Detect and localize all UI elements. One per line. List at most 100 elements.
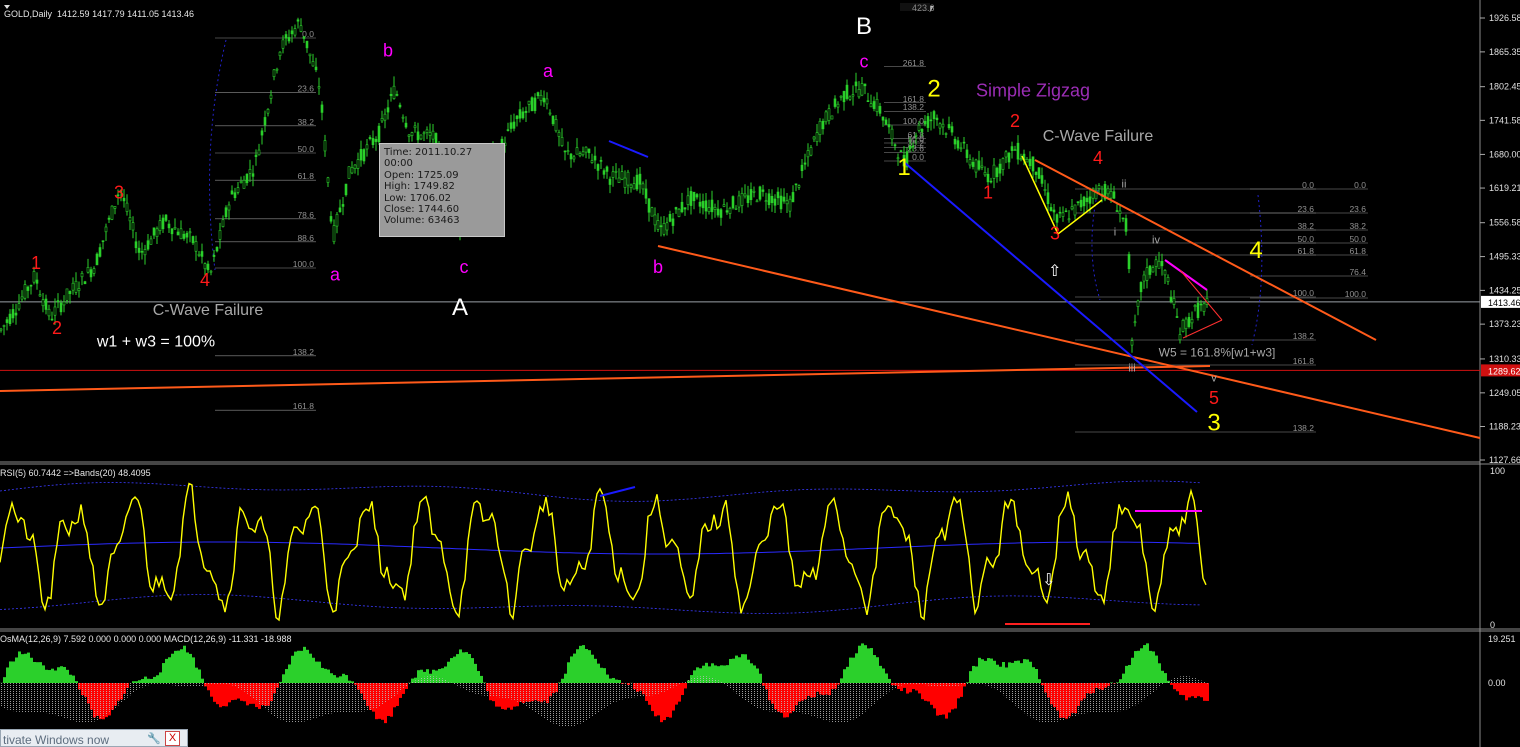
candle-body (842, 91, 846, 103)
candle-body (803, 162, 807, 165)
candle-body (227, 204, 231, 211)
candle-body (749, 189, 753, 201)
osma-bar (1191, 683, 1194, 697)
osma-bar (390, 683, 393, 717)
candle-body (395, 94, 399, 96)
candle-tooltip: Time: 2011.10.27 00:00 Open: 1725.09 Hig… (379, 143, 505, 237)
tooltip-close: Close: 1744.60 (384, 204, 460, 216)
candle-body (2, 325, 6, 327)
osma-bar (675, 683, 678, 705)
price-tick-label: 1289.62 (1488, 366, 1520, 376)
candle-body (293, 28, 297, 36)
osma-bar (1155, 655, 1158, 683)
osma-bar (339, 676, 342, 683)
osma-bar (1128, 665, 1131, 683)
osma-bar (1134, 651, 1137, 683)
candle-body (83, 281, 87, 285)
osma-bar (1011, 662, 1014, 683)
candle-body (560, 137, 564, 146)
fib-right-b-label: 0.0 (1354, 180, 1366, 190)
osma-bar (417, 670, 420, 683)
osma-bar (942, 683, 945, 715)
candle-body (767, 193, 771, 206)
candle-body (779, 195, 783, 210)
candle-body (407, 134, 411, 137)
fib-bracket (1251, 194, 1263, 346)
candle-body (932, 111, 936, 120)
osma-bar (1194, 683, 1197, 698)
osma-bar (1089, 683, 1092, 694)
candle-body (728, 207, 732, 214)
candle-body (290, 30, 294, 35)
candle-body (713, 206, 717, 210)
osma-bar (954, 683, 957, 709)
candle-body (287, 37, 291, 42)
candle-body (110, 205, 114, 220)
candle-body (1127, 254, 1131, 270)
candle-body (929, 119, 933, 122)
osma-bar (993, 660, 996, 683)
osma-bar (30, 657, 33, 683)
fib-mid-label: 100.0 (903, 116, 925, 126)
osma-bar (939, 683, 942, 715)
candle-body (794, 183, 798, 186)
candle-body (1169, 296, 1173, 302)
osma-bar (48, 670, 51, 683)
candle-body (725, 210, 729, 213)
fib-right-a-label: 61.8 (1297, 246, 1314, 256)
osma-bar (1200, 683, 1203, 698)
osma-bar (156, 675, 159, 683)
wrench-icon[interactable]: 🔧 (147, 732, 161, 745)
osma-bar (348, 680, 351, 683)
wave-label: 3 (1050, 224, 1060, 244)
osma-bar (291, 655, 294, 683)
osma-bar (222, 683, 225, 707)
candle-body (26, 286, 30, 291)
candle-body (245, 173, 249, 184)
candle-body (824, 111, 828, 123)
osma-bar (1020, 663, 1023, 683)
candle-body (578, 153, 582, 157)
osma-bar (570, 656, 573, 683)
candle-body (683, 207, 687, 210)
candle-body (827, 108, 831, 121)
candle-body (752, 190, 756, 193)
wave-label: 1 (897, 154, 910, 181)
candle-body (29, 284, 33, 287)
candle-body (551, 115, 555, 125)
close-icon[interactable]: X (165, 731, 180, 746)
candle-body (1142, 274, 1146, 282)
osma-bar (882, 668, 885, 683)
candle-body (44, 298, 48, 310)
tooltip-time: Time: 2011.10.27 00:00 (384, 147, 473, 170)
osma-bar (159, 672, 162, 683)
osma-bar (1035, 669, 1038, 683)
osma-bar (141, 679, 144, 683)
osma-bar (786, 683, 789, 718)
candle-body (668, 214, 672, 222)
candle-body (242, 180, 246, 189)
fib-left-label: 38.2 (297, 117, 314, 127)
osma-bar (1077, 683, 1080, 707)
osma-bar (684, 683, 687, 689)
candle-body (266, 108, 270, 114)
osma-panel (0, 643, 1209, 727)
osma-bar (945, 683, 948, 719)
candle-body (158, 220, 162, 231)
osma-bar (885, 673, 888, 683)
candle-body (1184, 318, 1188, 330)
osma-bar (612, 677, 615, 683)
candle-body (620, 171, 624, 180)
candle-body (239, 181, 243, 183)
osma-bar (69, 674, 72, 683)
osma-bar (282, 674, 285, 683)
wave-label: c (860, 52, 869, 72)
activate-windows-bar[interactable]: tivate Windows now 🔧 X (0, 729, 188, 747)
wave-label: b (383, 40, 393, 60)
candle-body (689, 191, 693, 206)
osma-bar (471, 658, 474, 683)
candle-body (1079, 199, 1083, 208)
candle-body (563, 150, 567, 153)
wave-label: i (1114, 227, 1116, 239)
candle-body (554, 119, 558, 132)
